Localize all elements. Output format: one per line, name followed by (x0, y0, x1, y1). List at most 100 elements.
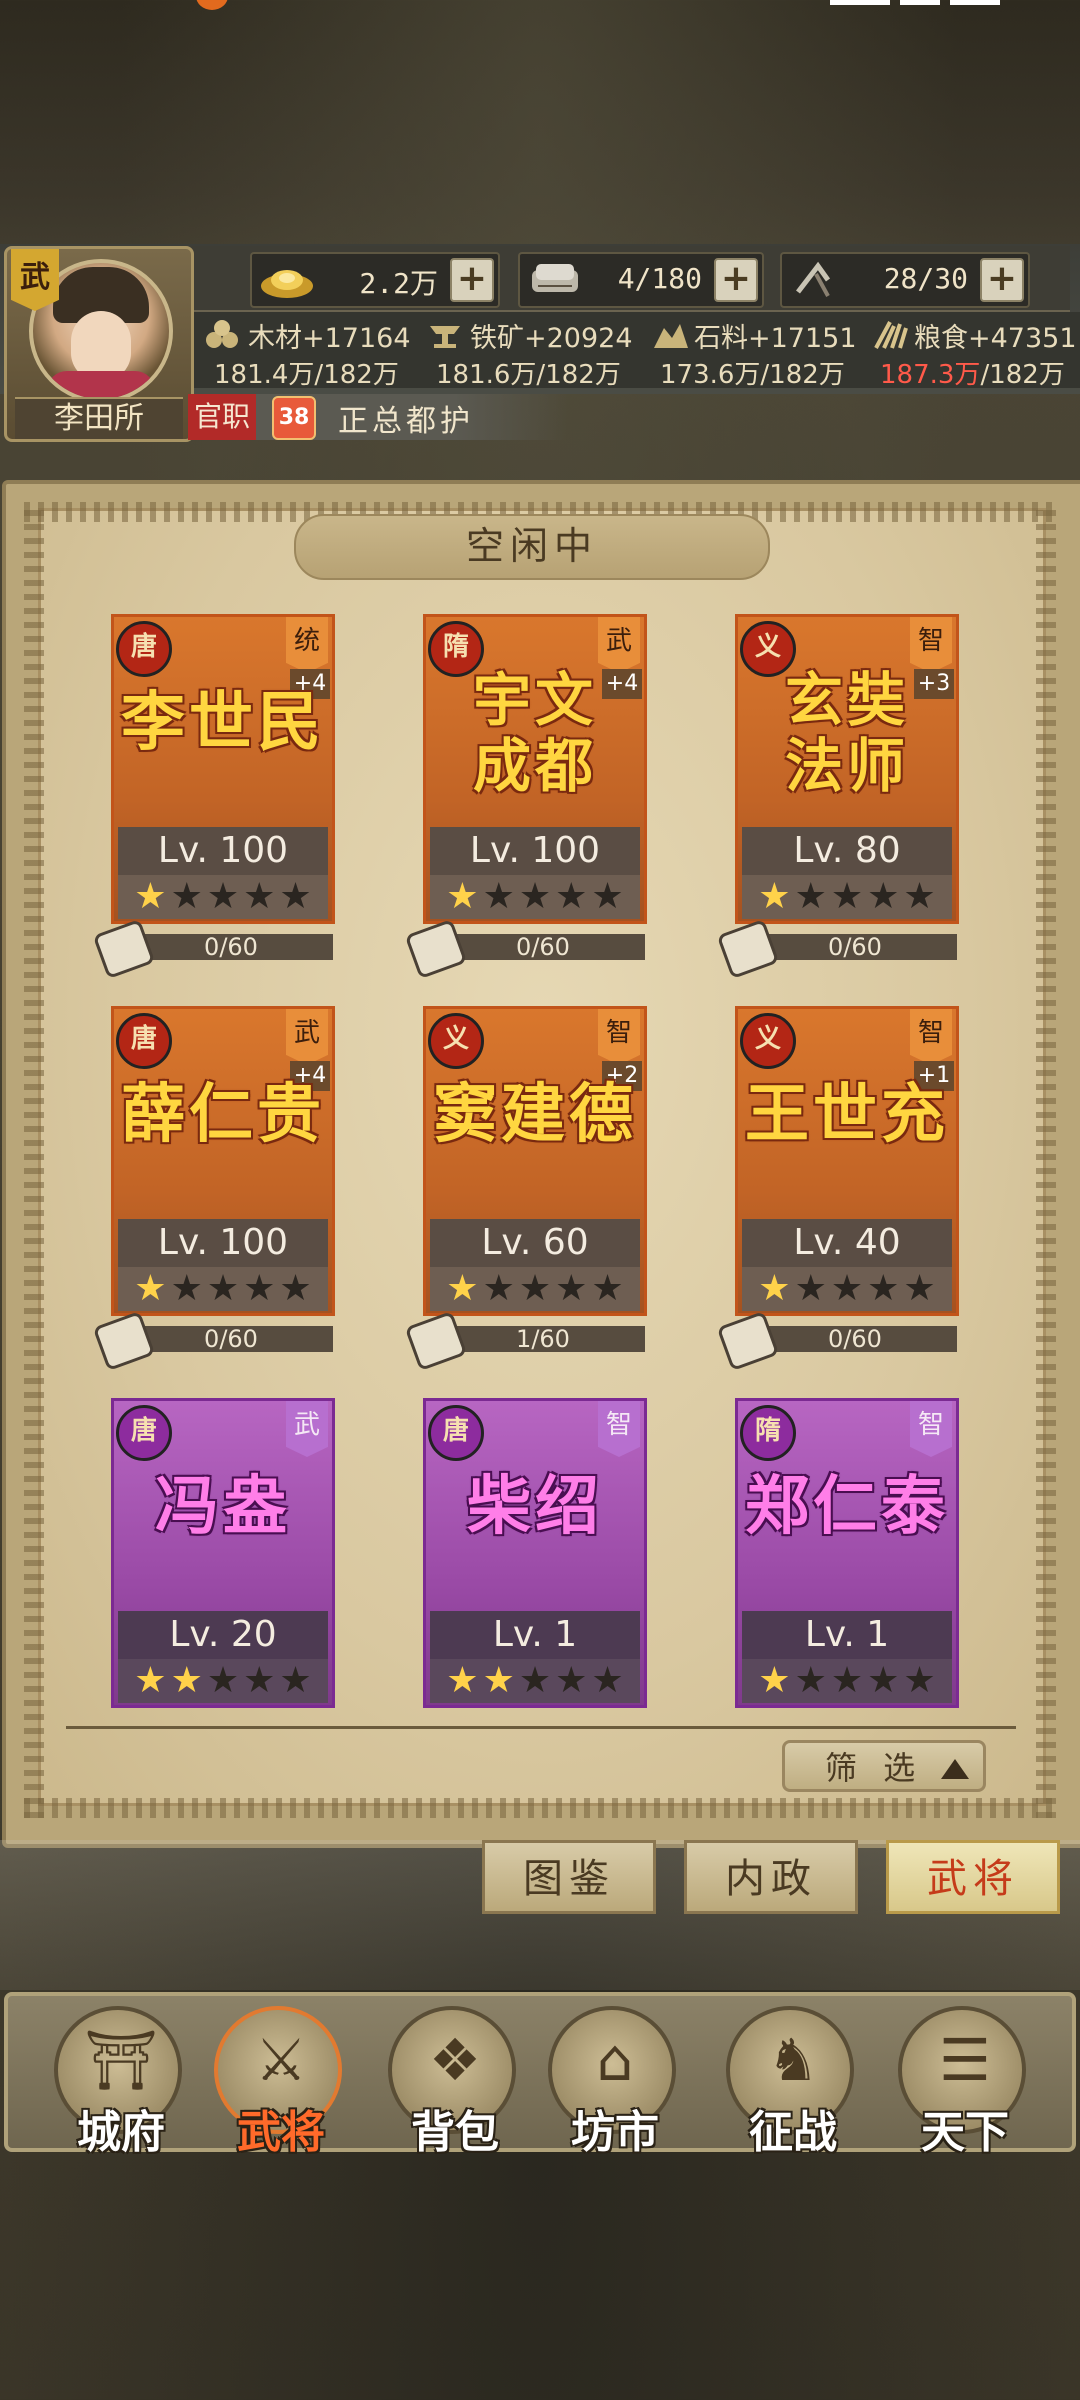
star-rating: ★ ★ ★ ★ ★ (742, 1659, 952, 1703)
general-level: Lv. 80 (742, 827, 952, 875)
star-rating: ★ ★ ★ ★ ★ (118, 1659, 328, 1703)
material-grain: 粮食+47351 187.3万/182万 (862, 316, 1080, 390)
material-iron: 铁矿+20924 181.6万/182万 (418, 316, 638, 390)
dynasty-badge: 唐 (116, 1405, 172, 1461)
caret-up-icon (941, 1759, 969, 1779)
system-status-icons (830, 0, 1020, 8)
general-type-tag: 武 (286, 1009, 328, 1065)
star-rating: ★ ★ ★ ★ ★ (118, 1267, 328, 1311)
general-name: 李世民 (121, 685, 325, 760)
add-stamina-button[interactable]: + (980, 258, 1024, 302)
nav-market[interactable]: ⌂ 坊市 (540, 2000, 690, 2158)
fragment-progress: 1/60 (404, 1310, 645, 1372)
general-type-tag: 统 (286, 617, 328, 673)
nav-bag[interactable]: ❖ 背包 (380, 2000, 530, 2158)
tab-compendium[interactable]: 图鉴 (482, 1840, 656, 1914)
panel-title: 空闲中 (294, 514, 770, 580)
world-scroll-icon: ☰ (939, 2026, 991, 2094)
anvil-icon (430, 326, 460, 348)
general-card[interactable]: 义 智 +2 窦建德 Lv. 60 ★ ★ ★ ★ ★ (423, 1006, 647, 1316)
general-level: Lv. 1 (430, 1611, 640, 1659)
office-label: 官职 (188, 394, 256, 440)
tab-internal-affairs[interactable]: 内政 (684, 1840, 858, 1914)
general-type-tag: 智 (598, 1401, 640, 1457)
fragment-progress: 0/60 (716, 1310, 957, 1372)
general-level: Lv. 40 (742, 1219, 952, 1267)
general-type-tag: 武 (598, 617, 640, 673)
nav-world[interactable]: ☰ 天下 (890, 2000, 1040, 2158)
grain-icon (874, 321, 908, 349)
general-type-tag: 智 (910, 1401, 952, 1457)
general-level: Lv. 100 (118, 1219, 328, 1267)
stamina-value: 28/30 (883, 262, 968, 295)
general-name: 柴绍 (467, 1469, 603, 1544)
general-name: 冯盎 (155, 1469, 291, 1544)
general-card[interactable]: 义 智 +3 玄奘 法师 Lv. 80 ★ ★ ★ ★ ★ (735, 614, 959, 924)
market-stall-icon: ⌂ (596, 2026, 634, 2094)
general-type-tag: 智 (598, 1009, 640, 1065)
general-name: 玄奘 法师 (784, 666, 909, 800)
wood-icon (206, 320, 238, 348)
general-type-tag: 武 (286, 1401, 328, 1457)
list-divider (66, 1726, 1016, 1729)
fragment-progress: 0/60 (92, 918, 333, 980)
stamina-resource: 28/30 + (780, 252, 1030, 308)
notification-dot-icon (196, 0, 228, 10)
dynasty-badge: 唐 (116, 1013, 172, 1069)
general-card[interactable]: 唐 武 冯盎 Lv. 20 ★ ★ ★ ★ ★ (111, 1398, 335, 1708)
material-stone: 石料+17151 173.6万/182万 (642, 316, 862, 390)
city-gate-icon: ⛩ (84, 2026, 158, 2094)
general-level: Lv. 20 (118, 1611, 328, 1659)
office-title: 正总都护 (338, 404, 474, 439)
general-name: 宇文 成都 (472, 666, 597, 800)
nav-battle[interactable]: ♞ 征战 (718, 2000, 868, 2158)
general-card[interactable]: 唐 统 +4 李世民 Lv. 100 ★ ★ ★ ★ ★ (111, 614, 335, 924)
tab-generals[interactable]: 武将 (886, 1840, 1060, 1914)
dynasty-badge: 义 (428, 1013, 484, 1069)
general-card[interactable]: 唐 智 柴绍 Lv. 1 ★ ★ ★ ★ ★ (423, 1398, 647, 1708)
star-rating: ★ ★ ★ ★ ★ (430, 1267, 640, 1311)
nav-city[interactable]: ⛩ 城府 (46, 2000, 196, 2158)
general-level: Lv. 60 (430, 1219, 640, 1267)
scroll-value: 4/180 (617, 262, 702, 295)
role-badge: 武 (11, 249, 59, 311)
general-name: 窦建德 (433, 1077, 637, 1152)
scroll-resource: 4/180 + (518, 252, 764, 308)
stone-icon (654, 324, 688, 348)
general-level: Lv. 1 (742, 1611, 952, 1659)
gold-ingot-icon (261, 270, 313, 298)
add-scroll-button[interactable]: + (714, 258, 758, 302)
general-card[interactable]: 唐 武 +4 薛仁贵 Lv. 100 ★ ★ ★ ★ ★ (111, 1006, 335, 1316)
filter-button[interactable]: 筛 选 (782, 1740, 986, 1792)
general-card[interactable]: 义 智 +1 王世充 Lv. 40 ★ ★ ★ ★ ★ (735, 1006, 959, 1316)
nav-generals[interactable]: ⚔ 武将 (206, 2000, 356, 2158)
dynasty-badge: 隋 (740, 1405, 796, 1461)
office-level-badge: 38 (272, 396, 316, 440)
fragment-progress: 0/60 (716, 918, 957, 980)
player-name: 李田所 (15, 397, 183, 439)
general-card[interactable]: 隋 武 +4 宇文 成都 Lv. 100 ★ ★ ★ ★ ★ (423, 614, 647, 924)
bag-icon: ❖ (429, 2026, 481, 2094)
star-rating: ★ ★ ★ ★ ★ (742, 1267, 952, 1311)
general-name: 王世充 (745, 1077, 949, 1152)
dynasty-badge: 唐 (428, 1405, 484, 1461)
fragment-progress: 0/60 (404, 918, 645, 980)
general-type-tag: 智 (910, 1009, 952, 1065)
general-type-tag: 智 (910, 617, 952, 673)
add-gold-button[interactable]: + (450, 258, 494, 302)
scroll-stack-icon (532, 264, 578, 292)
star-rating: ★ ★ ★ ★ ★ (742, 875, 952, 919)
warrior-icon: ⚔ (255, 2026, 307, 2094)
player-avatar[interactable]: 武 李田所 (4, 246, 194, 442)
gold-resource: 2.2万 + (250, 252, 500, 308)
star-rating: ★ ★ ★ ★ ★ (430, 875, 640, 919)
general-card[interactable]: 隋 智 郑仁泰 Lv. 1 ★ ★ ★ ★ ★ (735, 1398, 959, 1708)
pickaxe-icon (796, 261, 831, 297)
star-rating: ★ ★ ★ ★ ★ (118, 875, 328, 919)
general-level: Lv. 100 (430, 827, 640, 875)
office-rank[interactable]: 官职 38 正总都护 (188, 394, 568, 440)
general-level: Lv. 100 (118, 827, 328, 875)
general-name: 郑仁泰 (745, 1469, 949, 1544)
general-name: 薛仁贵 (121, 1077, 325, 1152)
gold-value: 2.2万 (359, 267, 438, 300)
